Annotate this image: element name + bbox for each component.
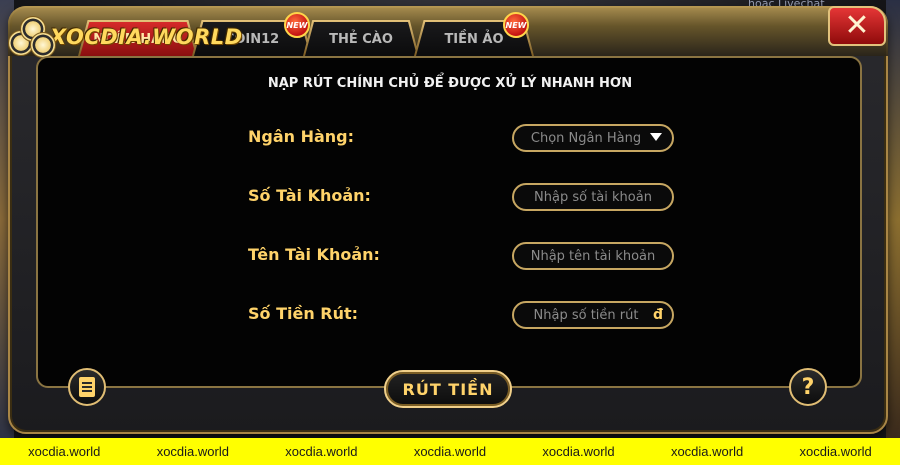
history-button[interactable]	[68, 368, 106, 406]
new-badge: NEW	[503, 12, 529, 38]
watermark-text: xocdia.world	[28, 444, 101, 459]
amount-field[interactable]: Nhập số tiền rút đ	[512, 301, 674, 329]
coins-icon	[8, 14, 56, 60]
brand-logo: XOCDIA.WORLD	[8, 14, 243, 60]
question-mark-icon: ?	[801, 374, 815, 400]
account-number-field[interactable]: Nhập số tài khoản	[512, 183, 674, 211]
form-headline: NẠP RÚT CHÍNH CHỦ ĐỂ ĐƯỢC XỬ LÝ NHANH HƠ…	[267, 76, 633, 91]
bank-label: Ngân Hàng:	[248, 127, 355, 146]
close-icon: ✕	[844, 8, 870, 43]
watermark-text: xocdia.world	[670, 444, 744, 459]
amount-placeholder: Nhập số tiền rút	[533, 307, 639, 323]
account-name-field[interactable]: Nhập tên tài khoản	[512, 242, 674, 270]
watermark-text: xocdia.world	[285, 444, 358, 459]
account-number-placeholder: Nhập số tài khoản	[534, 189, 652, 205]
background-scenery-right	[886, 0, 900, 440]
tab-label: THẺ CÀO	[329, 31, 393, 47]
help-button[interactable]: ?	[789, 368, 827, 406]
watermark-text: xocdia.world	[542, 444, 615, 459]
withdraw-submit-button[interactable]: RÚT TIỀN	[384, 370, 512, 408]
account-number-label: Số Tài Khoản:	[248, 186, 371, 205]
amount-label: Số Tiền Rút:	[248, 304, 359, 323]
logo-text: XOCDIA.WORLD	[50, 25, 243, 49]
submit-label: RÚT TIỀN	[402, 379, 494, 399]
document-icon	[79, 377, 95, 397]
watermark-text: xocdia.world	[156, 444, 229, 459]
chevron-down-icon	[650, 133, 662, 141]
tab-label: TIỀN ẢO	[444, 31, 504, 47]
watermark-text: xocdia.world	[413, 444, 487, 459]
close-button[interactable]: ✕	[828, 6, 886, 46]
new-badge: NEW	[284, 12, 310, 38]
bank-select-value: Chọn Ngân Hàng	[530, 130, 642, 146]
watermark-strip: xocdia.world xocdia.world xocdia.world x…	[0, 438, 900, 465]
currency-symbol: đ	[652, 307, 663, 323]
bank-select[interactable]: Chọn Ngân Hàng	[512, 124, 674, 152]
form-panel	[36, 56, 862, 388]
watermark-text: xocdia.world	[799, 444, 872, 459]
account-name-placeholder: Nhập tên tài khoản	[530, 248, 656, 264]
account-name-label: Tên Tài Khoản:	[248, 245, 380, 264]
tab-card[interactable]: THẺ CÀO	[305, 22, 417, 56]
